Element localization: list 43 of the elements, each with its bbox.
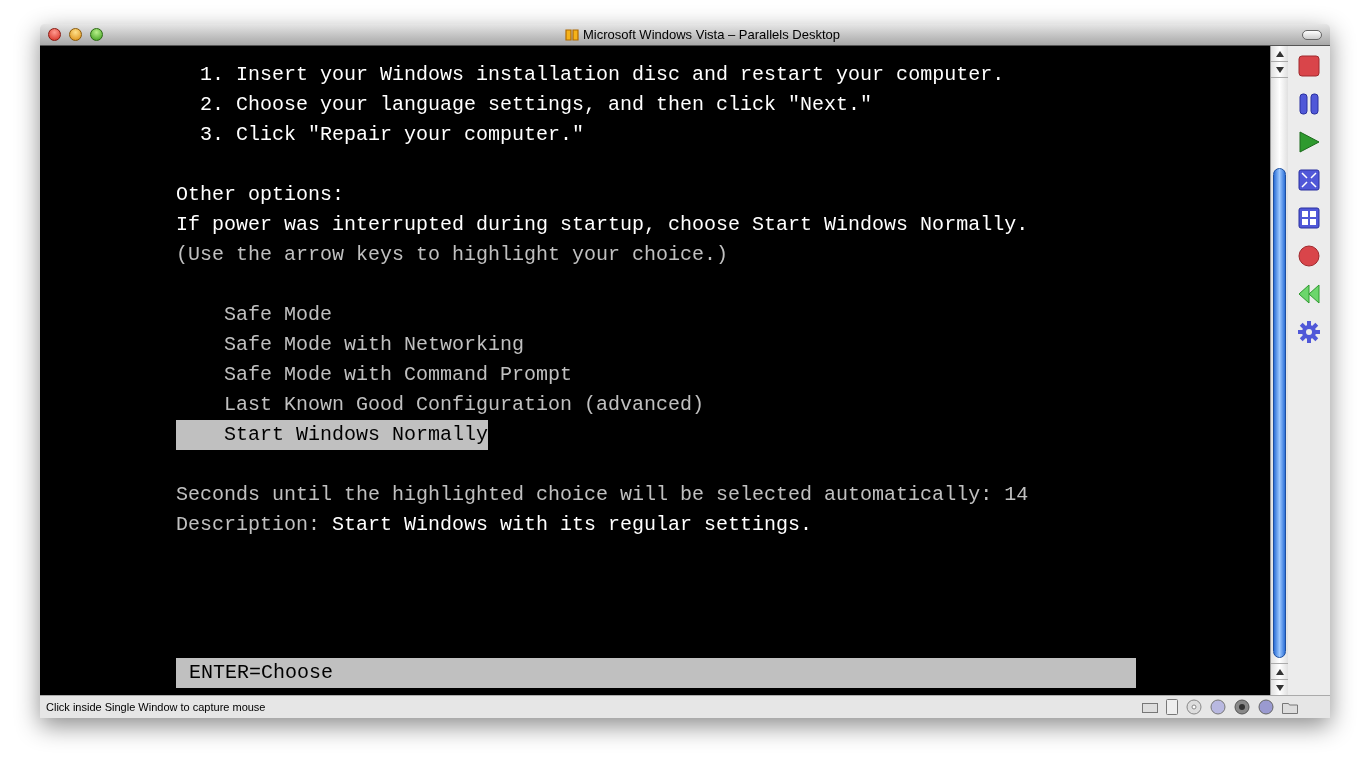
boot-option[interactable]: Safe Mode with Command Prompt (176, 360, 573, 390)
description-label: Description: (176, 512, 321, 538)
rewind-icon[interactable] (1298, 283, 1320, 305)
folder-icon[interactable] (1282, 700, 1298, 714)
hint-text: (Use the arrow keys to highlight your choice.) (176, 242, 729, 268)
boot-option[interactable]: Start Windows Normally (176, 420, 489, 450)
boot-option[interactable]: Last Known Good Configuration (advanced) (176, 390, 705, 420)
grid-icon[interactable] (1298, 207, 1320, 229)
boot-option[interactable]: Safe Mode (176, 300, 333, 330)
step-number: 1. (200, 62, 224, 88)
stop-icon[interactable] (1298, 55, 1320, 77)
scrollbar[interactable] (1270, 46, 1288, 695)
boot-option[interactable]: Safe Mode with Networking (176, 330, 525, 360)
description-text: Start Windows with its regular settings. (332, 512, 813, 538)
toolbar-toggle-button[interactable] (1302, 29, 1322, 40)
window-title: Microsoft Windows Vista – Parallels Desktop (583, 25, 840, 44)
record-icon[interactable] (1298, 245, 1320, 267)
fullscreen-icon[interactable] (1298, 169, 1320, 191)
step-text: Insert your Windows installation disc and restart your computer. (236, 62, 1005, 88)
scroll-thumb[interactable] (1273, 168, 1286, 658)
up-arrow-icon (1275, 50, 1284, 57)
countdown-value: 14 (1004, 482, 1029, 508)
down-arrow-icon (1275, 66, 1284, 73)
section-heading: Other options: (176, 182, 345, 208)
zoom-button[interactable] (90, 28, 103, 41)
settings-icon[interactable] (1298, 321, 1320, 343)
step-text: Choose your language settings, and then click "Next." (236, 92, 873, 118)
play-icon[interactable] (1298, 131, 1320, 153)
minimize-button[interactable] (69, 28, 82, 41)
note-text: If power was interrupted during startup, choose Start Windows Normally. (176, 212, 1029, 238)
status-text: Click inside Single Window to capture mouse (46, 699, 266, 715)
countdown-label: Seconds until the highlighted choice will be selected automatically: (176, 482, 993, 508)
down-arrow-icon (1275, 684, 1284, 691)
step-number: 3. (200, 122, 224, 148)
key-help-text: ENTER=Choose (188, 660, 334, 686)
step-number: 2. (200, 92, 224, 118)
step-text: Click "Repair your computer." (236, 122, 585, 148)
pause-icon[interactable] (1298, 93, 1320, 115)
close-button[interactable] (48, 28, 61, 41)
drive-icon[interactable] (1166, 699, 1178, 715)
app-icon (565, 28, 580, 41)
speaker-icon[interactable] (1234, 699, 1250, 715)
up-arrow-icon (1275, 668, 1284, 675)
